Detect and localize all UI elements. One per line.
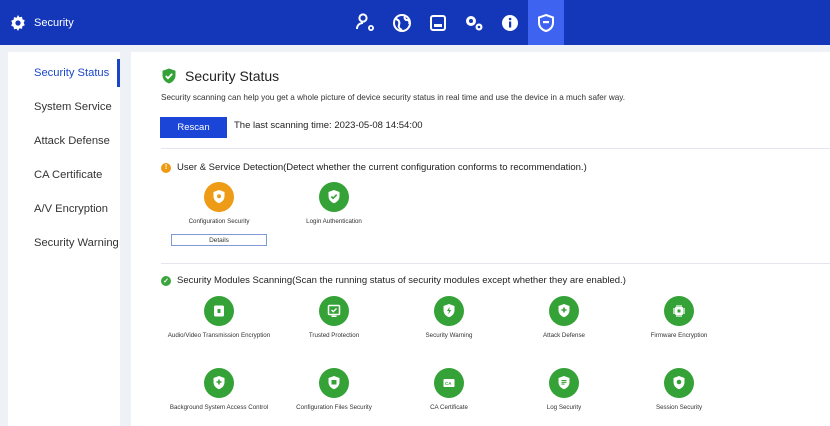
- login-authentication-item[interactable]: Login Authentication: [279, 182, 389, 226]
- module-attack-defense[interactable]: Attack Defense: [509, 296, 619, 340]
- module-status: [434, 296, 464, 326]
- nav-users-settings[interactable]: [348, 0, 384, 45]
- chip-icon: [673, 305, 685, 317]
- configuration-security-status: [204, 182, 234, 212]
- users-settings-icon: [356, 12, 374, 31]
- divider: [161, 263, 830, 264]
- module-log-security[interactable]: Log Security: [509, 368, 619, 412]
- document-shield-icon: [328, 376, 340, 390]
- nav-info[interactable]: [492, 0, 528, 45]
- module-status: [204, 368, 234, 398]
- item-label: Background System Access Control: [169, 404, 269, 411]
- module-status: [204, 296, 234, 326]
- sidebar-item-security-status[interactable]: Security Status: [8, 56, 120, 90]
- check-circle-icon: ✓: [161, 275, 171, 286]
- modules-heading: ✓ Security Modules Scanning(Scan the run…: [161, 275, 626, 286]
- sidebar-item-label: A/V Encryption: [34, 203, 108, 215]
- main-panel: Security Status Security scanning can he…: [131, 52, 830, 426]
- sidebar-item-label: Attack Defense: [34, 135, 110, 147]
- sidebar-item-security-warning[interactable]: Security Warning: [8, 226, 120, 260]
- plus-shield-icon: [558, 304, 570, 318]
- log-shield-icon: [558, 376, 570, 390]
- warning-shield-icon: [213, 190, 225, 204]
- login-authentication-status: [319, 182, 349, 212]
- section-title: Security Modules Scanning(Scan the runni…: [177, 275, 626, 286]
- nav-storage[interactable]: [420, 0, 456, 45]
- page-header: Security Status: [161, 68, 279, 84]
- item-label: Attack Defense: [543, 332, 585, 339]
- nav-system[interactable]: [456, 0, 492, 45]
- monitor-check-icon: [327, 304, 341, 317]
- warning-icon: !: [161, 162, 171, 173]
- security-shield-icon: [538, 13, 554, 32]
- shield-check-icon: [162, 68, 176, 84]
- network-globe-icon: [393, 13, 411, 32]
- item-label: Log Security: [546, 404, 582, 411]
- nav-network[interactable]: [384, 0, 420, 45]
- module-av-transmission-encryption[interactable]: Audio/Video Transmission Encryption: [164, 296, 274, 340]
- item-label: Login Authentication: [306, 218, 362, 225]
- page-description: Security scanning can help you get a who…: [161, 93, 626, 102]
- item-label: Configuration Files Security: [296, 404, 372, 411]
- user-service-heading: ! User & Service Detection(Detect whethe…: [161, 162, 587, 173]
- gear-icon: [11, 14, 25, 31]
- item-label: Session Security: [655, 404, 703, 411]
- divider: [161, 148, 830, 149]
- module-ca-certificate[interactable]: CA CA Certificate: [394, 368, 504, 412]
- top-bar: Security: [0, 0, 830, 45]
- sidebar-item-label: System Service: [34, 101, 112, 113]
- main-nav: [348, 0, 564, 45]
- section-title: User & Service Detection(Detect whether …: [177, 162, 587, 173]
- module-status: [664, 296, 694, 326]
- module-status: [549, 296, 579, 326]
- storage-icon: [430, 14, 446, 31]
- module-session-security[interactable]: Session Security: [624, 368, 734, 412]
- plus-shield-icon: [213, 376, 225, 390]
- rescan-button[interactable]: Rescan: [160, 117, 227, 138]
- sidebar-item-label: CA Certificate: [34, 169, 103, 181]
- module-security-warning[interactable]: Security Warning: [394, 296, 504, 340]
- module-status: CA: [434, 368, 464, 398]
- item-label: Audio/Video Transmission Encryption: [167, 332, 271, 339]
- app-brand[interactable]: Security: [10, 0, 74, 45]
- check-shield-icon: [328, 190, 340, 204]
- lightning-shield-icon: [443, 304, 455, 318]
- item-label: CA Certificate: [430, 404, 468, 411]
- sidebar-item-ca-certificate[interactable]: CA Certificate: [8, 158, 120, 192]
- sidebar-item-label: Security Status: [34, 67, 110, 79]
- module-status: [319, 368, 349, 398]
- module-status: [664, 368, 694, 398]
- sidebar-item-attack-defense[interactable]: Attack Defense: [8, 124, 120, 158]
- module-status: [549, 368, 579, 398]
- certificate-icon: CA: [443, 379, 455, 387]
- svg-text:CA: CA: [445, 381, 452, 386]
- item-label: Security Warning: [425, 332, 473, 339]
- details-button[interactable]: Details: [171, 234, 267, 246]
- page-title: Security Status: [185, 68, 280, 84]
- nav-security[interactable]: [528, 0, 564, 45]
- item-label: Trusted Protection: [308, 332, 360, 339]
- sidebar-item-av-encryption[interactable]: A/V Encryption: [8, 192, 120, 226]
- last-scan-time: The last scanning time: 2023-05-08 14:54…: [234, 120, 423, 131]
- configuration-security-item[interactable]: Configuration Security: [164, 182, 274, 226]
- app-title: Security: [34, 16, 74, 29]
- module-configuration-files-security[interactable]: Configuration Files Security: [279, 368, 389, 412]
- session-shield-icon: [673, 376, 685, 390]
- module-status: [319, 296, 349, 326]
- sidebar: Security Status System Service Attack De…: [8, 52, 120, 426]
- system-gears-icon: [466, 15, 483, 30]
- module-background-access-control[interactable]: Background System Access Control: [164, 368, 274, 412]
- sidebar-item-system-service[interactable]: System Service: [8, 90, 120, 124]
- item-label: Configuration Security: [188, 218, 250, 225]
- item-label: Firmware Encryption: [650, 332, 708, 339]
- av-encryption-icon: [214, 305, 224, 317]
- info-icon: [502, 14, 518, 31]
- sidebar-item-label: Security Warning: [34, 237, 119, 249]
- module-firmware-encryption[interactable]: Firmware Encryption: [624, 296, 734, 340]
- module-trusted-protection[interactable]: Trusted Protection: [279, 296, 389, 340]
